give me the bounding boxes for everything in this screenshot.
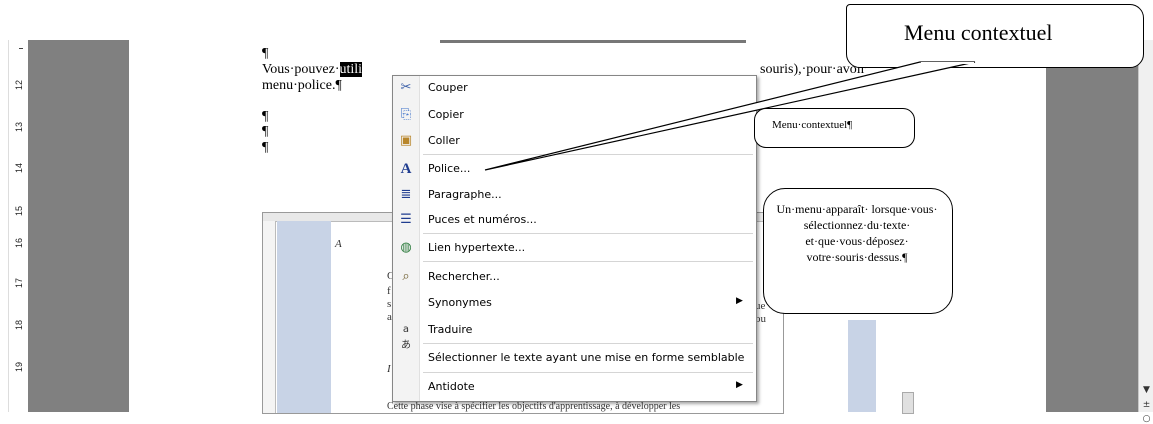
callout-pointers bbox=[484, 61, 976, 313]
browse-object-icon[interactable]: ○ bbox=[1140, 414, 1153, 424]
callout-small-text: Menu·contextuel¶ bbox=[772, 119, 853, 131]
speech-bubble-text: Un·menu·apparaît· lorsque·vous· sélectio… bbox=[776, 202, 938, 264]
